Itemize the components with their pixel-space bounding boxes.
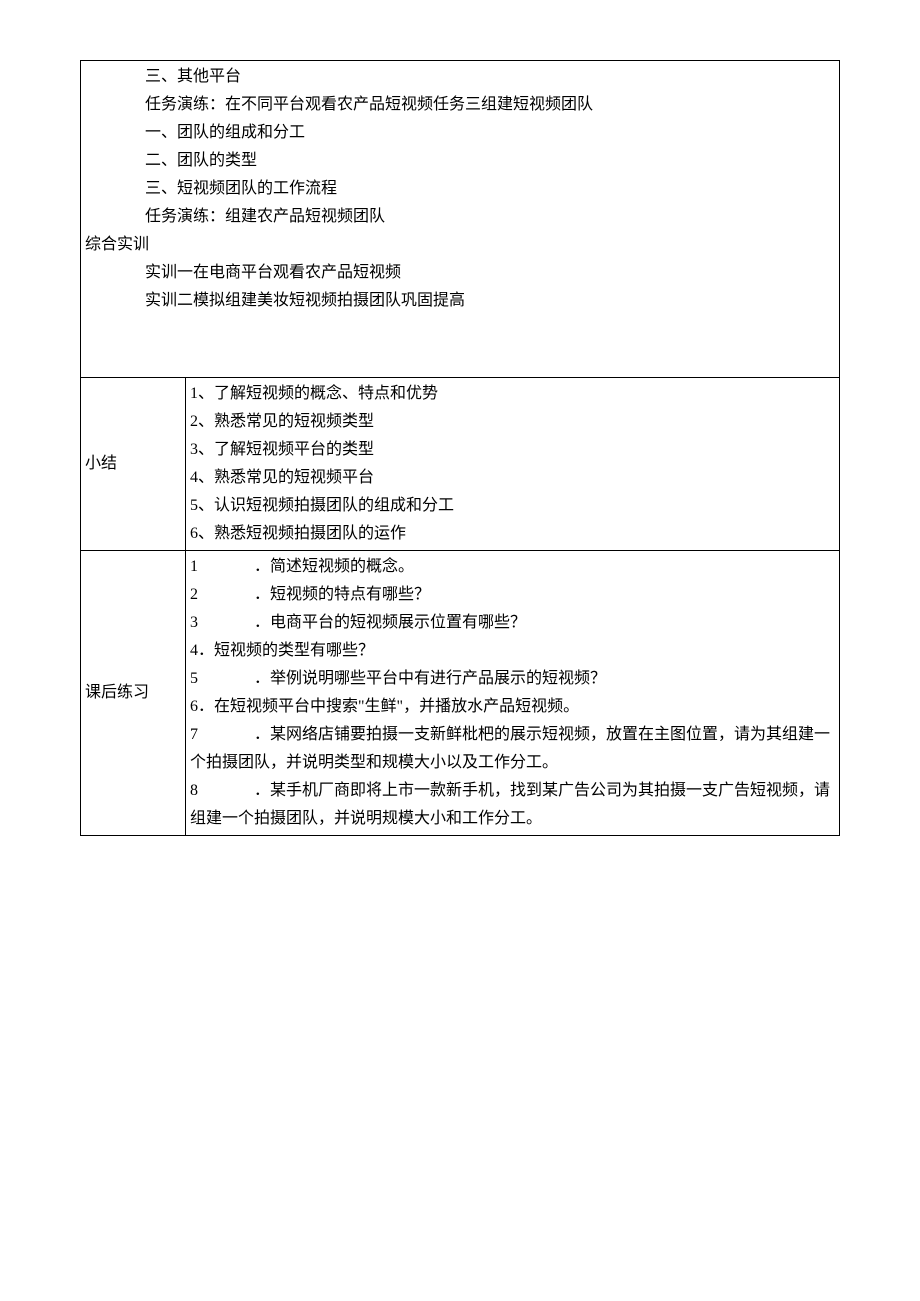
exercise-number: 2: [190, 586, 198, 603]
exercise-number: 7: [190, 726, 198, 743]
exercise-text: ．某手机厂商即将上市一款新手机，找到某广告公司为其拍摄一支广告短视频，请组建一个…: [190, 782, 830, 827]
exercise-number: 8: [190, 782, 198, 799]
exercises-content: 1 ．简述短视频的概念。 2 ．短视频的特点有哪些？ 3 ．电商平台的短视频展示位置有哪些…: [186, 551, 840, 836]
summary-item: 6、熟悉短视频拍摄团队的运作: [190, 520, 835, 548]
exercise-text: ．短视频的类型有哪些？: [198, 642, 374, 659]
exercise-text: ．电商平台的短视频展示位置有哪些？: [254, 614, 526, 631]
exercise-item: 6．在短视频平台中搜索"生鲜"，并播放水产品短视频。: [190, 693, 835, 721]
lesson-table: 三、其他平台任务演练：在不同平台观看农产品短视频任务三组建短视频团队一、团队的组…: [80, 60, 840, 836]
exercises-label: 课后练习: [81, 551, 186, 836]
exercise-text: ．简述短视频的概念。: [254, 558, 414, 575]
content-line: 综合实训: [85, 231, 835, 259]
exercise-number: 5: [190, 670, 198, 687]
exercise-item: 3 ．电商平台的短视频展示位置有哪些？: [190, 609, 835, 637]
exercise-item: 8．某手机厂商即将上市一款新手机，找到某广告公司为其拍摄一支广告短视频，请组建一…: [190, 777, 835, 833]
summary-item: 4、熟悉常见的短视频平台: [190, 464, 835, 492]
exercise-number: 1: [190, 558, 198, 575]
exercise-number: 4: [190, 642, 198, 659]
exercise-text: ．在短视频平台中搜索"生鲜"，并播放水产品短视频。: [198, 698, 579, 715]
content-line: 三、短视频团队的工作流程: [85, 175, 835, 203]
exercise-number: 3: [190, 614, 198, 631]
exercise-item: 1 ．简述短视频的概念。: [190, 553, 835, 581]
content-line: 任务演练：组建农产品短视频团队: [85, 203, 835, 231]
exercise-text: ．某网络店铺要拍摄一支新鲜枇杷的展示短视频，放置在主图位置，请为其组建一个拍摄团…: [190, 726, 830, 771]
content-line: 三、其他平台: [85, 63, 835, 91]
top-section-cell: 三、其他平台任务演练：在不同平台观看农产品短视频任务三组建短视频团队一、团队的组…: [81, 61, 840, 378]
exercise-text: ．短视频的特点有哪些？: [254, 586, 430, 603]
summary-item: 5、认识短视频拍摄团队的组成和分工: [190, 492, 835, 520]
content-line: 实训二模拟组建美妆短视频拍摄团队巩固提高: [85, 287, 835, 315]
exercise-number: 6: [190, 698, 198, 715]
summary-label: 小结: [81, 378, 186, 551]
summary-item: 1、了解短视频的概念、特点和优势: [190, 380, 835, 408]
exercise-item: 2 ．短视频的特点有哪些？: [190, 581, 835, 609]
content-line: 实训一在电商平台观看农产品短视频: [85, 259, 835, 287]
exercise-item: 4．短视频的类型有哪些？: [190, 637, 835, 665]
summary-item: 3、了解短视频平台的类型: [190, 436, 835, 464]
summary-item: 2、熟悉常见的短视频类型: [190, 408, 835, 436]
content-line: 二、团队的类型: [85, 147, 835, 175]
summary-row: 小结 1、了解短视频的概念、特点和优势2、熟悉常见的短视频类型3、了解短视频平台…: [81, 378, 840, 551]
content-line: 任务演练：在不同平台观看农产品短视频任务三组建短视频团队: [85, 91, 835, 119]
exercises-row: 课后练习 1 ．简述短视频的概念。 2 ．短视频的特点有哪些？ 3 ．电商平台的短视频展示…: [81, 551, 840, 836]
summary-content: 1、了解短视频的概念、特点和优势2、熟悉常见的短视频类型3、了解短视频平台的类型…: [186, 378, 840, 551]
top-section-row: 三、其他平台任务演练：在不同平台观看农产品短视频任务三组建短视频团队一、团队的组…: [81, 61, 840, 378]
exercise-text: ．举例说明哪些平台中有进行产品展示的短视频？: [254, 670, 606, 687]
content-line: 一、团队的组成和分工: [85, 119, 835, 147]
exercise-item: 5 ．举例说明哪些平台中有进行产品展示的短视频？: [190, 665, 835, 693]
exercise-item: 7．某网络店铺要拍摄一支新鲜枇杷的展示短视频，放置在主图位置，请为其组建一个拍摄…: [190, 721, 835, 777]
